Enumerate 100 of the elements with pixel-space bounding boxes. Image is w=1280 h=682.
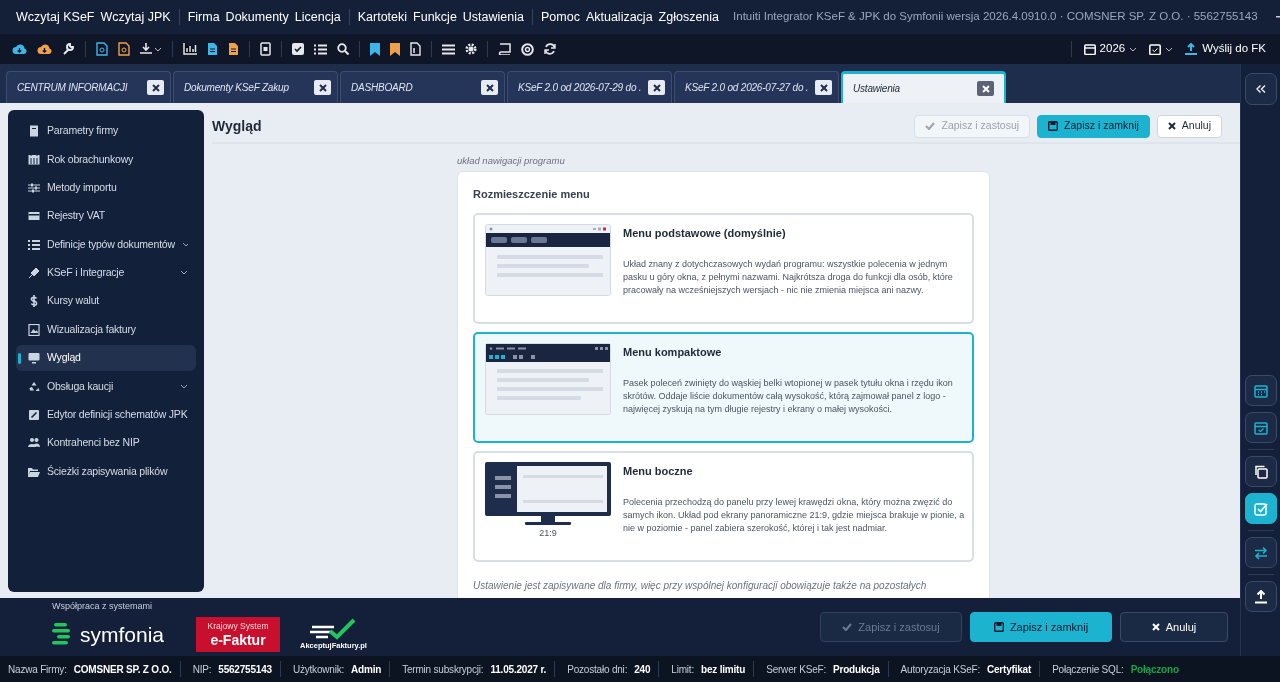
cancel-button[interactable]: Anuluj [1156, 114, 1222, 138]
dollar-icon [28, 295, 40, 308]
menu-item[interactable]: Wczytaj KSeF [16, 7, 95, 27]
tab[interactable]: KSeF 2.0 od 2026-07-27 do . [674, 71, 839, 103]
calendar-icon [1253, 383, 1268, 398]
cloud-download-icon[interactable] [37, 43, 52, 55]
cancel-button[interactable]: Anuluj [1120, 612, 1228, 642]
status-label: Autoryzacja KSeF: [899, 662, 980, 677]
status-value: COMSNER SP. Z O.O. [73, 662, 172, 677]
menu-item[interactable]: Funkcje [413, 7, 457, 27]
rail-button[interactable] [1244, 493, 1277, 524]
monitor-icon [28, 352, 40, 365]
menu-item[interactable]: Zgłoszenia [658, 7, 720, 27]
clipboard-icon[interactable] [260, 42, 271, 56]
group-title: Rozmieszczenie menu [473, 187, 591, 203]
tab-close-button[interactable] [314, 80, 331, 95]
tab[interactable]: Dokumenty KSeF Zakup [173, 71, 338, 103]
thumbnail-caption: 21:9 [539, 526, 557, 540]
close-icon [318, 83, 327, 92]
check-icon [842, 623, 853, 631]
menu-item[interactable]: Dokumenty [225, 7, 289, 27]
sidebar-item[interactable]: Definicje typów dokumentów [16, 231, 196, 258]
sidebar-item[interactable]: Edytor definicji schematów JPK [16, 401, 196, 428]
status-label: Nazwa Firmy: [7, 662, 67, 677]
tab[interactable]: CENTRUM INFORMACJI [6, 71, 171, 103]
checkbox-icon[interactable] [292, 43, 304, 55]
tab-close-button[interactable] [481, 80, 498, 95]
settings-icon[interactable] [465, 43, 477, 55]
search-icon[interactable] [337, 43, 349, 55]
download-dropdown-icon[interactable] [140, 43, 162, 55]
rail-button[interactable] [1244, 581, 1277, 612]
sidebar-item[interactable]: KSeF i Integracje [16, 259, 196, 286]
rail-button[interactable] [1244, 456, 1277, 487]
rail-button[interactable] [1244, 537, 1277, 568]
option-description: Pasek poleceń zwinięty do wąskiej belki wtopionej w pasek tytułu okna i rzędu ikon skrótów. Oddaje liście dokumentów całą wysokość, którą zajmował panel z logo - najwięcej zyskują na tym długie rejestry i ekrany o małej wysokości. [623, 377, 954, 417]
cloud-download-icon[interactable] [12, 43, 27, 55]
close-icon [981, 84, 990, 93]
save-close-button[interactable]: Zapisz i zamknij [970, 612, 1112, 642]
collapse-button[interactable] [1244, 73, 1277, 105]
lifebuoy-icon[interactable] [521, 42, 534, 56]
bar-chart-icon[interactable] [183, 43, 197, 55]
sidebar-item[interactable]: Obsługa kaucji [16, 373, 196, 400]
tab-close-button[interactable] [815, 80, 832, 95]
plug-icon [28, 266, 40, 279]
option-title: Menu kompaktowe [623, 344, 723, 360]
building-icon [28, 125, 40, 137]
menu-item[interactable]: Wczytaj JPK [100, 7, 171, 27]
bookmark-icon[interactable] [390, 42, 400, 56]
status-value: Admin [351, 662, 382, 677]
document-icon[interactable] [207, 42, 218, 56]
sidebar-item[interactable]: Metody importu [16, 174, 196, 201]
sidebar-item[interactable]: Wygląd [16, 345, 196, 372]
folder-icon [28, 465, 40, 478]
tab[interactable]: KSeF 2.0 od 2026-07-29 do . [507, 71, 672, 103]
bookmark-icon[interactable] [370, 42, 380, 56]
list-icon [28, 238, 40, 251]
status-value: Połączono [1130, 662, 1179, 677]
save-icon [1048, 121, 1059, 131]
window-title: Intuiti Integrator KSeF & JPK do Symfonii wersja 2026.4.0910.0 · COMSNER SP. Z O.O. · 5562755143 [733, 9, 1258, 25]
note-text: Ustawienie jest zapisywane dla firmy, więc przy wspólnej konfiguracji obowiązuje także na pozostałych [473, 578, 928, 593]
menu-item[interactable]: Ustawienia [462, 7, 524, 27]
upload-icon [1253, 589, 1268, 604]
sidebar-item[interactable]: Parametry firmy [16, 118, 196, 144]
send-button[interactable]: Wyślij do FK [1185, 40, 1266, 58]
refresh-icon[interactable] [544, 43, 556, 55]
tab[interactable]: DASHBOARD [340, 71, 505, 103]
check-icon [925, 122, 936, 130]
sidebar-item[interactable]: Wizualizacja faktury [16, 316, 196, 343]
list-icon[interactable] [314, 43, 327, 55]
layout-option-card[interactable] [473, 331, 974, 443]
tab-close-button[interactable] [977, 81, 994, 96]
wrench-icon[interactable] [62, 42, 75, 56]
status-value: 240 [634, 662, 651, 677]
chevron-down-icon [1129, 46, 1138, 52]
save-close-button[interactable]: Zapisz i zamknij [1037, 114, 1150, 138]
sidebar-item[interactable]: Kontrahenci bez NIP [16, 430, 196, 457]
close-icon [652, 83, 661, 92]
edit-icon [28, 408, 40, 421]
upload-icon [1185, 43, 1198, 55]
sidebar-item[interactable]: Rejestry VAT [16, 203, 196, 230]
tab-close-button[interactable] [648, 80, 665, 95]
year-dropdown[interactable]: 2026 [1083, 40, 1138, 58]
option-title: Menu podstawowe (domyślnie) [623, 225, 787, 241]
tab[interactable]: Ustawienia [841, 71, 1006, 103]
document-icon[interactable] [96, 42, 108, 56]
menu-item[interactable]: Kartoteki [357, 7, 408, 27]
document-icon[interactable] [118, 42, 130, 56]
menu-item[interactable]: Pomoc [541, 7, 580, 27]
sidebar-item[interactable]: Rok obrachunkowy [16, 146, 196, 173]
document-icon[interactable] [228, 42, 239, 56]
calendar-dropdown[interactable] [1149, 43, 1174, 55]
menu-item[interactable]: Aktualizacja [585, 7, 653, 27]
menu-item[interactable]: Licencja [294, 7, 341, 27]
sidebar-item[interactable]: Kursy walut [16, 288, 196, 315]
menu-item[interactable]: Firma [187, 7, 220, 27]
list-icon[interactable] [442, 43, 455, 55]
swap-arrows-icon [1253, 545, 1268, 560]
copy-icon [1253, 464, 1268, 479]
tab-close-button[interactable] [147, 80, 164, 95]
sidebar-item[interactable]: Ścieżki zapisywania plików [16, 458, 196, 485]
